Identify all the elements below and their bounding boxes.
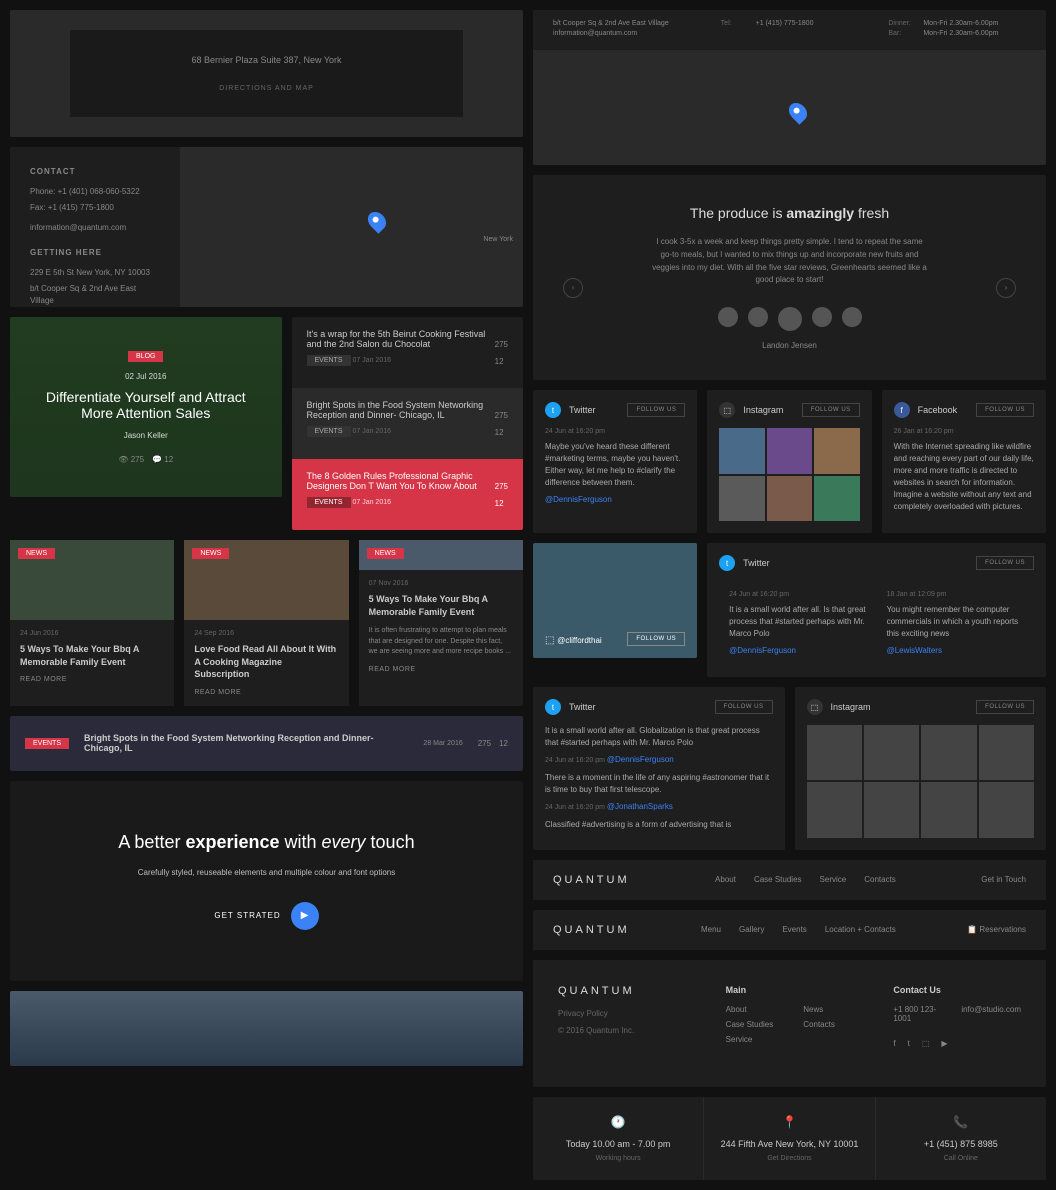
twitter-icon[interactable]: t <box>908 1039 910 1048</box>
location-icon: 📍 <box>716 1115 862 1129</box>
nav-link[interactable]: Case Studies <box>754 875 802 884</box>
instagram-icon: ⬚ @cliffordthai <box>545 635 602 646</box>
footer-link[interactable]: News <box>803 1005 835 1014</box>
get-started-button[interactable]: GET STRATED ▶ <box>214 902 318 930</box>
nav-link[interactable]: Gallery <box>739 925 764 934</box>
contact-heading: CONTACT <box>30 167 160 176</box>
footer: QUANTUM Privacy Policy © 2016 Quantum In… <box>533 960 1046 1087</box>
event-banner[interactable]: EVENTS Bright Spots in the Food System N… <box>10 716 523 771</box>
instagram-feed-card: ⬚Instagram FOLLOW US <box>795 687 1047 850</box>
footer-link[interactable]: Contacts <box>803 1020 835 1029</box>
footer-link[interactable]: About <box>726 1005 774 1014</box>
youtube-icon[interactable]: ▶ <box>941 1039 947 1048</box>
facebook-icon[interactable]: f <box>893 1039 895 1048</box>
follow-button[interactable]: FOLLOW US <box>715 700 773 714</box>
nav-link[interactable]: Service <box>820 875 847 884</box>
avatar[interactable] <box>748 307 768 327</box>
logo[interactable]: QUANTUM <box>553 874 630 886</box>
footer-link[interactable]: Case Studies <box>726 1020 774 1029</box>
follow-button[interactable]: FOLLOW US <box>627 403 685 417</box>
directions-link[interactable]: DIRECTIONS AND MAP <box>95 85 438 92</box>
getting-here-heading: GETTING HERE <box>30 248 160 257</box>
instagram-icon: ⬚ <box>719 402 735 418</box>
avatar[interactable] <box>718 307 738 327</box>
twitter-card: tTwitter FOLLOW US 24 Jun at 16:20 pm Ma… <box>533 390 697 533</box>
list-item-active[interactable]: The 8 Golden Rules Professional Graphic … <box>292 459 524 530</box>
follow-button[interactable]: FOLLOW US <box>802 403 860 417</box>
footer-link[interactable]: Service <box>726 1035 774 1044</box>
article-title: Differentiate Yourself and Attract More … <box>30 389 262 421</box>
twitter-icon: t <box>545 699 561 715</box>
read-more-link[interactable]: READ MORE <box>20 676 164 683</box>
read-more-link[interactable]: READ MORE <box>194 689 338 696</box>
twitter-icon: t <box>719 555 735 571</box>
twitter-feed-card: tTwitter FOLLOW US It is a small world a… <box>533 687 785 850</box>
news-card[interactable]: NEWS 07 Nov 2016 5 Ways To Make Your Bbq… <box>359 540 523 706</box>
twitter-icon: t <box>545 402 561 418</box>
article-list: It's a wrap for the 5th Beirut Cooking F… <box>292 317 524 530</box>
avatar[interactable] <box>812 307 832 327</box>
navbar-secondary: QUANTUM Menu Gallery Events Location + C… <box>533 910 1046 950</box>
twitter-dual-card: tTwitter FOLLOW US 24 Jun at 16:20 pm It… <box>707 543 1046 677</box>
mountain-image <box>10 991 523 1066</box>
top-info-bar: b/t Cooper Sq & 2nd Ave East Village inf… <box>533 10 1046 165</box>
follow-button[interactable]: FOLLOW US <box>976 403 1034 417</box>
contact-map[interactable]: New York <box>180 147 523 307</box>
play-icon: ▶ <box>291 902 319 930</box>
address-text: 68 Bernier Plaza Suite 387, New York <box>95 55 438 65</box>
avatar[interactable] <box>842 307 862 327</box>
reservations-link[interactable]: 📋 Reservations <box>967 925 1026 934</box>
facebook-icon: f <box>894 402 910 418</box>
instagram-icon: ⬚ <box>807 699 823 715</box>
get-in-touch-link[interactable]: Get in Touch <box>981 875 1026 884</box>
experience-hero: A better experience with every touch Car… <box>10 781 523 981</box>
news-card[interactable]: NEWS 24 Jun 2016 5 Ways To Make Your Bbq… <box>10 540 174 706</box>
follow-button[interactable]: FOLLOW US <box>976 700 1034 714</box>
next-arrow-icon[interactable]: › <box>996 278 1016 298</box>
read-more-link[interactable]: READ MORE <box>369 666 513 673</box>
follow-button[interactable]: FOLLOW US <box>976 556 1034 570</box>
clock-icon: 🕐 <box>545 1115 691 1129</box>
nav-link[interactable]: Contacts <box>864 875 896 884</box>
location-cell[interactable]: 📍 244 Fifth Ave New York, NY 10001 Get D… <box>704 1097 875 1180</box>
map-pin-icon <box>785 99 810 124</box>
info-bar: 🕐 Today 10.00 am - 7.00 pm Working hours… <box>533 1097 1046 1180</box>
avatar[interactable] <box>778 307 802 331</box>
navbar-primary: QUANTUM About Case Studies Service Conta… <box>533 860 1046 900</box>
instagram-icon[interactable]: ⬚ <box>922 1039 930 1048</box>
logo[interactable]: QUANTUM <box>553 924 630 936</box>
phone-cell[interactable]: 📞 +1 (451) 875 8985 Call Online <box>876 1097 1046 1180</box>
prev-arrow-icon[interactable]: ‹ <box>563 278 583 298</box>
facebook-card: fFacebook FOLLOW US 26 Jan at 16:20 pm W… <box>882 390 1046 533</box>
phone-icon: 📞 <box>888 1115 1034 1129</box>
nav-link[interactable]: About <box>715 875 736 884</box>
privacy-link[interactable]: Privacy Policy <box>558 1009 686 1018</box>
image-card[interactable]: ⬚ @cliffordthai FOLLOW US <box>533 543 697 658</box>
instagram-card: ⬚Instagram FOLLOW US <box>707 390 871 533</box>
large-map[interactable] <box>533 50 1046 165</box>
nav-link[interactable]: Events <box>782 925 806 934</box>
hours-cell[interactable]: 🕐 Today 10.00 am - 7.00 pm Working hours <box>533 1097 704 1180</box>
map-pin-icon <box>364 208 389 233</box>
map-widget: 68 Bernier Plaza Suite 387, New York DIR… <box>10 10 523 137</box>
list-item[interactable]: It's a wrap for the 5th Beirut Cooking F… <box>292 317 524 388</box>
contact-card: CONTACT Phone: +1 (401) 068-060-5322 Fax… <box>10 147 523 307</box>
address-overlay: 68 Bernier Plaza Suite 387, New York DIR… <box>70 30 463 117</box>
follow-button[interactable]: FOLLOW US <box>627 632 685 646</box>
nav-link[interactable]: Location + Contacts <box>825 925 896 934</box>
news-card[interactable]: NEWS 24 Sep 2016 Love Food Read All Abou… <box>184 540 348 706</box>
nav-link[interactable]: Menu <box>701 925 721 934</box>
blog-tag: BLOG <box>128 351 163 362</box>
list-item[interactable]: Bright Spots in the Food System Networki… <box>292 388 524 459</box>
featured-article[interactable]: BLOG 02 Jul 2016 Differentiate Yourself … <box>10 317 282 497</box>
testimonial-card: ‹ › The produce is amazingly fresh I coo… <box>533 175 1046 380</box>
